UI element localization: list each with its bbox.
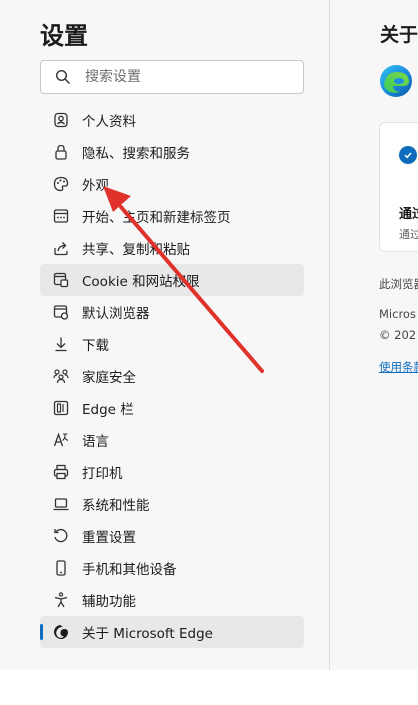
palette-icon	[52, 175, 70, 193]
default-browser-icon	[52, 303, 70, 321]
nav-item-edge-bar[interactable]: Edge 栏	[40, 392, 304, 424]
nav-item-label: 外观	[82, 178, 109, 194]
nav-item-about[interactable]: 关于 Microsoft Edge	[40, 616, 304, 648]
nav-item-label: Cookie 和网站权限	[82, 274, 200, 290]
start-page-icon	[52, 207, 70, 225]
family-icon	[52, 367, 70, 385]
edge-logo-icon	[380, 65, 412, 97]
nav-item-label: 手机和其他设备	[82, 562, 177, 578]
nav-item-system[interactable]: 系统和性能	[40, 488, 304, 520]
nav-item-phone[interactable]: 手机和其他设备	[40, 552, 304, 584]
nav-item-label: 辅助功能	[82, 594, 136, 610]
copyright-text: © 202	[379, 328, 417, 342]
edge-logo-icon	[52, 623, 70, 641]
about-title: 关于	[380, 24, 418, 46]
about-panel: 关于 通过 通过 此浏览器 Micros © 202 使用条款	[331, 0, 418, 670]
accessibility-icon	[52, 591, 70, 609]
lock-icon	[52, 143, 70, 161]
nav-item-printers[interactable]: 打印机	[40, 456, 304, 488]
nav-item-label: 重置设置	[82, 530, 136, 546]
search-icon	[55, 69, 70, 84]
card-title: 通过	[399, 207, 418, 222]
nav-item-accessibility[interactable]: 辅助功能	[40, 584, 304, 616]
browser-note: 此浏览器	[379, 277, 418, 291]
nav-item-label: 打印机	[82, 466, 123, 482]
reset-icon	[52, 527, 70, 545]
profile-icon	[52, 111, 70, 129]
nav-item-label: 系统和性能	[82, 498, 150, 514]
nav-item-label: 共享、复制和粘贴	[82, 242, 190, 258]
nav-item-share[interactable]: 共享、复制和粘贴	[40, 232, 304, 264]
nav-item-label: 个人资料	[82, 114, 136, 130]
nav-item-label: 默认浏览器	[82, 306, 150, 322]
nav-item-label: 开始、主页和新建标签页	[82, 210, 231, 226]
nav-item-appearance[interactable]: 外观	[40, 168, 304, 200]
check-icon	[399, 146, 417, 164]
nav-item-family[interactable]: 家庭安全	[40, 360, 304, 392]
search-box[interactable]	[40, 60, 304, 94]
settings-sidebar: 设置 个人资料 隐私、搜索和服务 外观	[0, 0, 330, 670]
nav-item-label: 隐私、搜索和服务	[82, 146, 190, 162]
printer-icon	[52, 463, 70, 481]
phone-icon	[52, 559, 70, 577]
company-text: Micros	[379, 307, 416, 321]
nav-item-profiles[interactable]: 个人资料	[40, 104, 304, 136]
download-icon	[52, 335, 70, 353]
cookie-permissions-icon	[52, 271, 70, 289]
nav-item-default-browser[interactable]: 默认浏览器	[40, 296, 304, 328]
nav-item-label: 关于 Microsoft Edge	[82, 626, 213, 642]
nav-item-label: 家庭安全	[82, 370, 136, 386]
search-input[interactable]	[85, 69, 285, 85]
nav-item-label: 下载	[82, 338, 109, 354]
nav-item-reset[interactable]: 重置设置	[40, 520, 304, 552]
edge-bar-icon	[52, 399, 70, 417]
laptop-icon	[52, 495, 70, 513]
language-icon	[52, 431, 70, 449]
nav-item-downloads[interactable]: 下载	[40, 328, 304, 360]
settings-nav: 个人资料 隐私、搜索和服务 外观 开始、主页和新建标签页 共享、复制和粘贴 Co…	[40, 104, 304, 648]
nav-item-languages[interactable]: 语言	[40, 424, 304, 456]
card-subtitle: 通过	[399, 228, 418, 241]
nav-item-privacy[interactable]: 隐私、搜索和服务	[40, 136, 304, 168]
nav-item-label: 语言	[82, 434, 109, 450]
bottom-strip	[0, 670, 418, 705]
terms-link[interactable]: 使用条款	[379, 359, 418, 375]
share-icon	[52, 239, 70, 257]
nav-item-start-page[interactable]: 开始、主页和新建标签页	[40, 200, 304, 232]
nav-item-label: Edge 栏	[82, 402, 134, 418]
nav-item-cookies[interactable]: Cookie 和网站权限	[40, 264, 304, 296]
page-title: 设置	[40, 22, 88, 50]
